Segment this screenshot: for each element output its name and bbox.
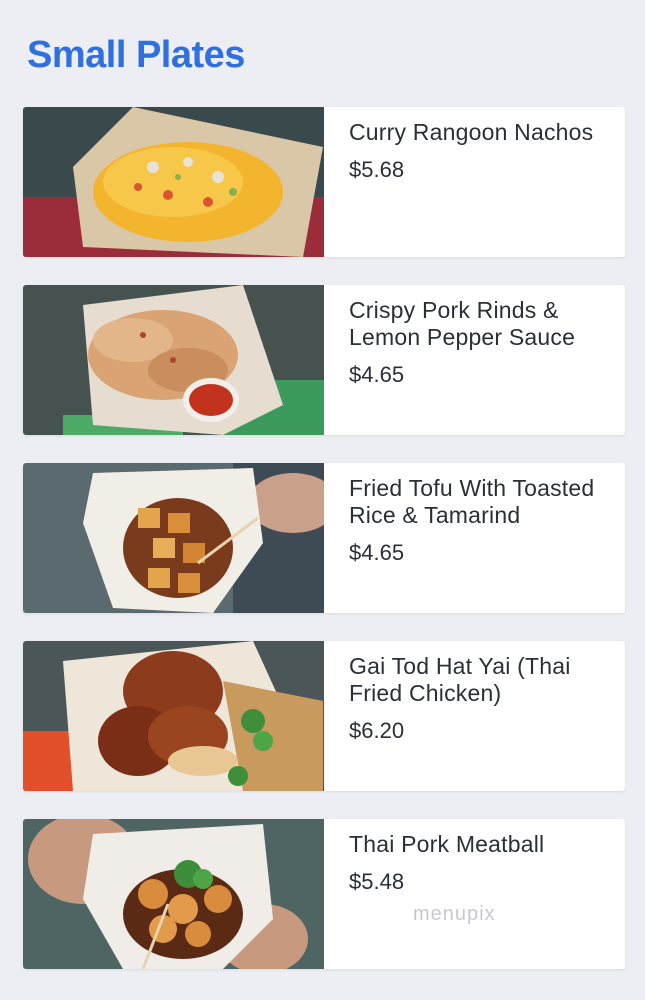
- page-title: Small Plates: [27, 34, 245, 76]
- meatball-photo: [23, 819, 324, 969]
- menu-item-name: Fried Tofu With Toasted Rice & Tamarind: [349, 475, 595, 528]
- menu-item-price: $4.65: [349, 362, 405, 387]
- menu-item-text: Curry Rangoon Nachos $5.68: [324, 107, 625, 257]
- menu-item-name: Crispy Pork Rinds & Lemon Pepper Sauce: [349, 297, 576, 350]
- menu-item-card[interactable]: Thai Pork Meatball $5.48: [23, 819, 625, 969]
- fried-tofu-photo: [23, 463, 324, 613]
- menu-item-name: Gai Tod Hat Yai (Thai Fried Chicken): [349, 653, 571, 706]
- menu-item-price: $5.48: [349, 869, 405, 894]
- menu-item-text: Fried Tofu With Toasted Rice & Tamarind …: [324, 463, 625, 613]
- menu-item-name: Curry Rangoon Nachos: [349, 119, 594, 145]
- menu-item-price: $6.20: [349, 718, 405, 743]
- menu-item-price: $4.65: [349, 540, 405, 565]
- fried-chicken-photo: [23, 641, 324, 791]
- nachos-photo: [23, 107, 324, 257]
- menu-item-price: $5.68: [349, 157, 405, 182]
- menu-item-text: Crispy Pork Rinds & Lemon Pepper Sauce $…: [324, 285, 625, 435]
- menu-item-card[interactable]: Curry Rangoon Nachos $5.68: [23, 107, 625, 257]
- menu-item-card[interactable]: Fried Tofu With Toasted Rice & Tamarind …: [23, 463, 625, 613]
- menu-item-text: Gai Tod Hat Yai (Thai Fried Chicken) $6.…: [324, 641, 625, 791]
- menu-item-card[interactable]: Gai Tod Hat Yai (Thai Fried Chicken) $6.…: [23, 641, 625, 791]
- pork-rinds-photo: [23, 285, 324, 435]
- menu-item-text: Thai Pork Meatball $5.48: [324, 819, 625, 969]
- menu-item-name: Thai Pork Meatball: [349, 831, 545, 857]
- menu-item-card[interactable]: Crispy Pork Rinds & Lemon Pepper Sauce $…: [23, 285, 625, 435]
- watermark: menupix: [413, 903, 496, 925]
